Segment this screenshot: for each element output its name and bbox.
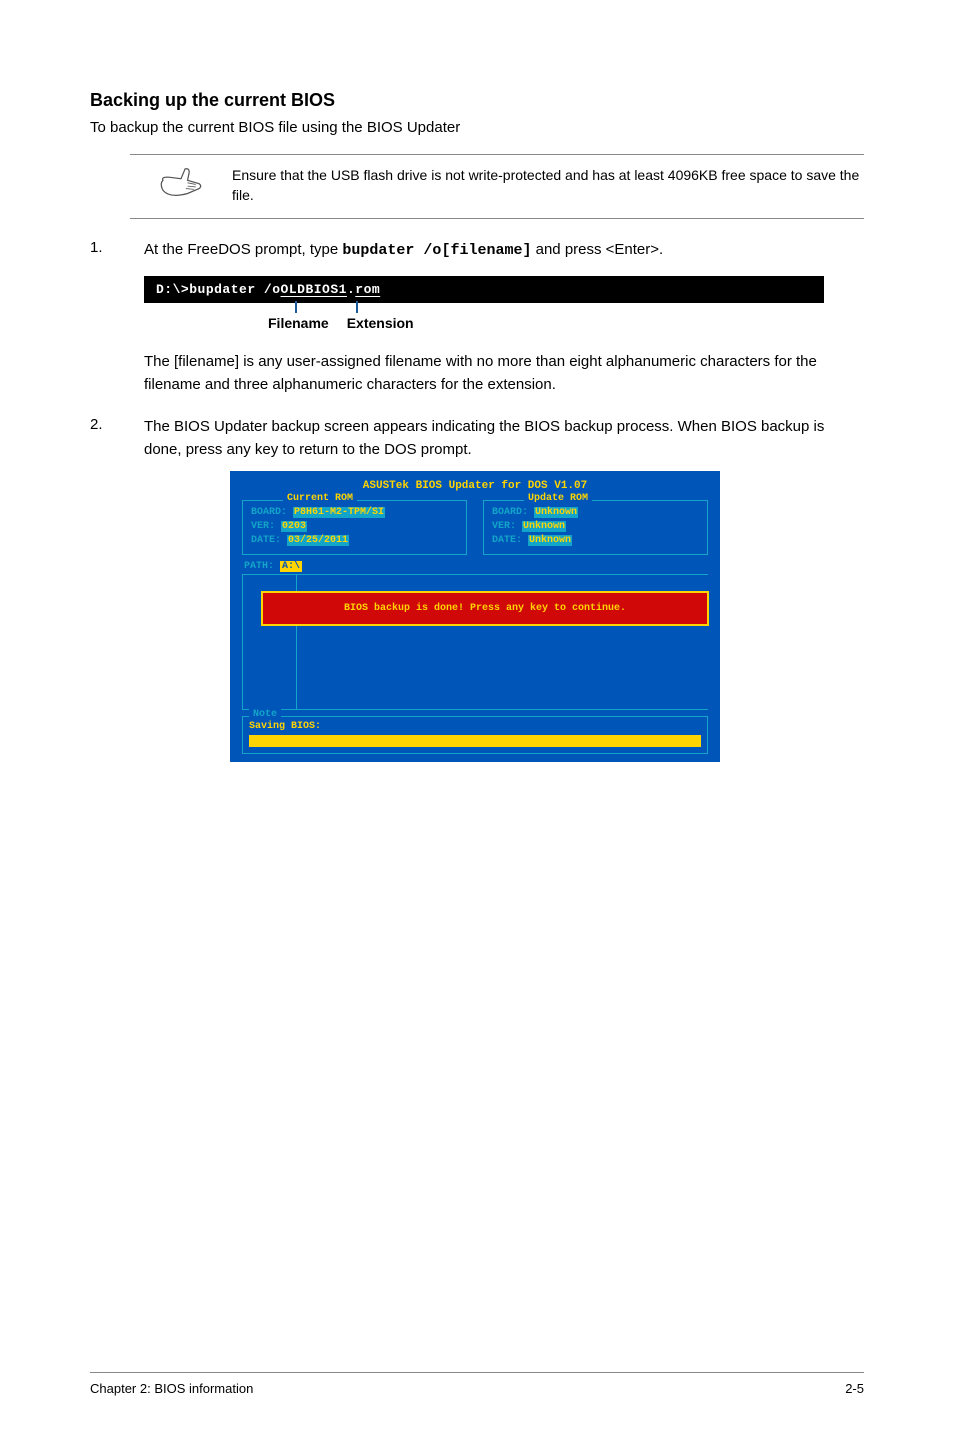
- footer-page-number: 2-5: [845, 1381, 864, 1396]
- cur-date-val: 03/25/2011: [287, 535, 349, 546]
- section-heading: Backing up the current BIOS: [90, 90, 864, 111]
- path-value: A:\: [280, 561, 302, 572]
- command-box: D:\>bupdater /oOLDBIOS1.rom: [144, 276, 824, 303]
- cur-ver-val: 0203: [281, 521, 307, 532]
- step-number: 1.: [90, 239, 108, 263]
- note-text: Ensure that the USB flash drive is not w…: [232, 165, 864, 206]
- update-rom-box: Update ROM BOARD: Unknown VER: Unknown D…: [483, 500, 708, 555]
- note-callout: Ensure that the USB flash drive is not w…: [130, 154, 864, 219]
- backup-done-message: BIOS backup is done! Press any key to co…: [261, 591, 709, 626]
- upd-date-lbl: DATE:: [492, 535, 522, 546]
- saving-bios-label: Saving BIOS:: [249, 721, 701, 732]
- current-rom-box: Current ROM BOARD: P8H61-M2-TPM/SI VER: …: [242, 500, 467, 555]
- cmd-text: bupdater /o: [189, 282, 280, 297]
- step-1: 1. At the FreeDOS prompt, type bupdater …: [90, 239, 864, 263]
- step1-pre: At the FreeDOS prompt, type: [144, 241, 342, 258]
- hand-icon: [158, 165, 204, 199]
- step-number: 2.: [90, 416, 108, 461]
- step1-post: and press <Enter>.: [531, 241, 663, 258]
- upd-board-lbl: BOARD:: [492, 507, 528, 518]
- upd-ver-val: Unknown: [522, 521, 566, 532]
- step-body: At the FreeDOS prompt, type bupdater /o[…: [144, 239, 864, 263]
- note-legend: Note: [249, 709, 281, 720]
- update-rom-legend: Update ROM: [524, 493, 592, 504]
- progress-bar: [249, 735, 701, 747]
- step1-cmd: bupdater /o[filename]: [342, 242, 531, 259]
- footer-chapter: Chapter 2: BIOS information: [90, 1381, 253, 1396]
- cmd-ext: rom: [355, 282, 380, 297]
- cmd-prompt: D:\>: [156, 282, 189, 297]
- upd-date-val: Unknown: [528, 535, 572, 546]
- cur-board-val: P8H61-M2-TPM/SI: [293, 507, 385, 518]
- current-rom-legend: Current ROM: [283, 493, 357, 504]
- label-filename: Filename: [268, 315, 329, 331]
- upd-board-val: Unknown: [534, 507, 578, 518]
- page-footer: Chapter 2: BIOS information 2-5: [90, 1372, 864, 1396]
- label-extension: Extension: [347, 315, 414, 331]
- cur-date-lbl: DATE:: [251, 535, 281, 546]
- step-body: The BIOS Updater backup screen appears i…: [144, 416, 864, 461]
- connector-lines: [285, 303, 435, 313]
- upd-ver-lbl: VER:: [492, 521, 516, 532]
- filename-explanation: The [filename] is any user-assigned file…: [144, 351, 864, 396]
- cur-board-lbl: BOARD:: [251, 507, 287, 518]
- bios-path: PATH: A:\: [234, 559, 716, 574]
- cur-ver-lbl: VER:: [251, 521, 275, 532]
- path-label: PATH:: [244, 561, 274, 572]
- cmd-filename: OLDBIOS1: [281, 282, 347, 297]
- bios-note-region: Note Saving BIOS:: [242, 716, 708, 754]
- filename-labels: Filename Extension: [268, 315, 864, 331]
- file-list-panel: BIOS backup is done! Press any key to co…: [242, 574, 708, 710]
- bios-updater-screen: ASUSTek BIOS Updater for DOS V1.07 Curre…: [230, 471, 720, 762]
- section-subheading: To backup the current BIOS file using th…: [90, 119, 864, 136]
- step-2: 2. The BIOS Updater backup screen appear…: [90, 416, 864, 461]
